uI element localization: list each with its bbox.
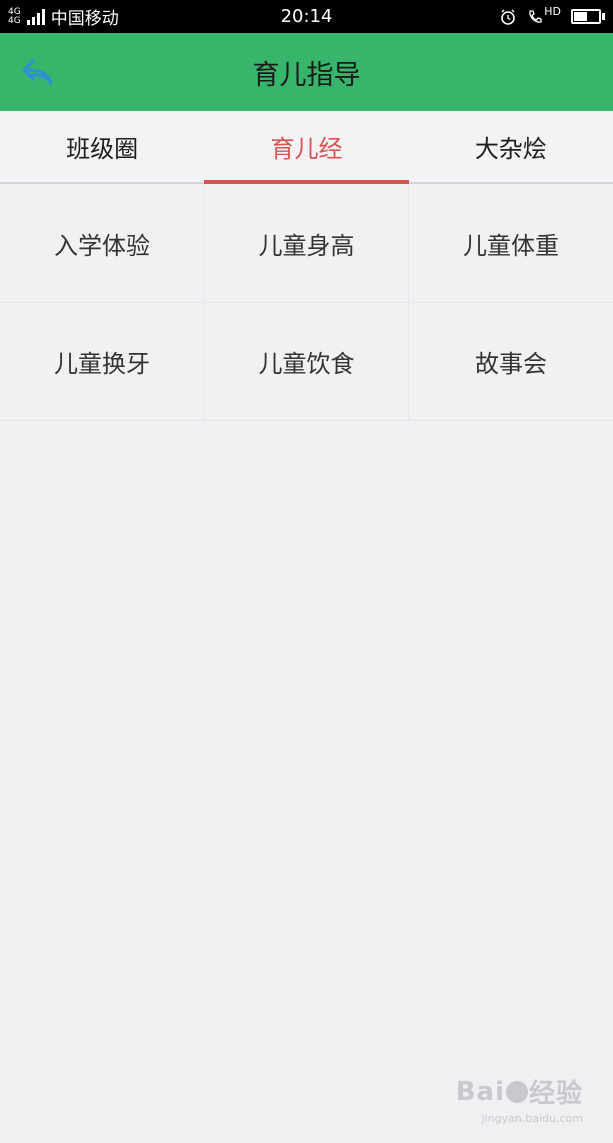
watermark-brand: Bai bbox=[455, 1076, 505, 1107]
tab-class-circle[interactable]: 班级圈 bbox=[0, 111, 204, 182]
back-arrow-icon bbox=[22, 59, 53, 85]
grid-item-child-weight[interactable]: 儿童体重 bbox=[409, 184, 613, 303]
tab-parenting-tips[interactable]: 育儿经 bbox=[204, 111, 409, 184]
baidu-watermark: Bai 经验 jingyan.baidu.com bbox=[456, 1073, 583, 1126]
alarm-icon bbox=[501, 9, 516, 25]
page-title: 育儿指导 bbox=[252, 59, 361, 91]
watermark-url: jingyan.baidu.com bbox=[481, 1112, 583, 1125]
signal-icon bbox=[26, 8, 45, 25]
watermark-logo: Bai 经验 bbox=[456, 1073, 583, 1110]
tab-bar: 班级圈 育儿经 大杂烩 bbox=[0, 111, 613, 184]
network-badge: 4G 4G bbox=[8, 7, 21, 26]
status-right: HD bbox=[499, 5, 605, 26]
status-bar: 4G 4G 中国移动 20:14 HD bbox=[0, 0, 613, 33]
tab-miscellany[interactable]: 大杂烩 bbox=[409, 111, 613, 182]
grid-item-story-time[interactable]: 故事会 bbox=[409, 303, 613, 421]
status-left: 4G 4G 中国移动 bbox=[8, 4, 119, 29]
grid-item-child-diet[interactable]: 儿童饮食 bbox=[205, 303, 409, 421]
grid-item-school-entry[interactable]: 入学体验 bbox=[0, 184, 205, 303]
carrier-name: 中国移动 bbox=[50, 9, 119, 29]
paw-icon bbox=[505, 1080, 528, 1103]
watermark-brand-tail: 经验 bbox=[528, 1079, 583, 1109]
grid-item-child-height[interactable]: 儿童身高 bbox=[205, 184, 409, 303]
back-button[interactable] bbox=[18, 53, 58, 91]
app-header: 育儿指导 bbox=[0, 33, 613, 111]
category-grid: 入学体验 儿童身高 儿童体重 儿童换牙 儿童饮食 故事会 bbox=[0, 184, 613, 421]
network-type-secondary: 4G bbox=[8, 15, 21, 26]
grid-item-teething[interactable]: 儿童换牙 bbox=[0, 303, 205, 421]
battery-icon bbox=[571, 9, 605, 24]
app-screen: 4G 4G 中国移动 20:14 HD 育儿指导 班级圈 育儿经 大杂烩 入学体… bbox=[0, 0, 613, 1143]
hd-label: HD bbox=[544, 5, 561, 18]
hd-call-icon: HD bbox=[527, 5, 561, 25]
